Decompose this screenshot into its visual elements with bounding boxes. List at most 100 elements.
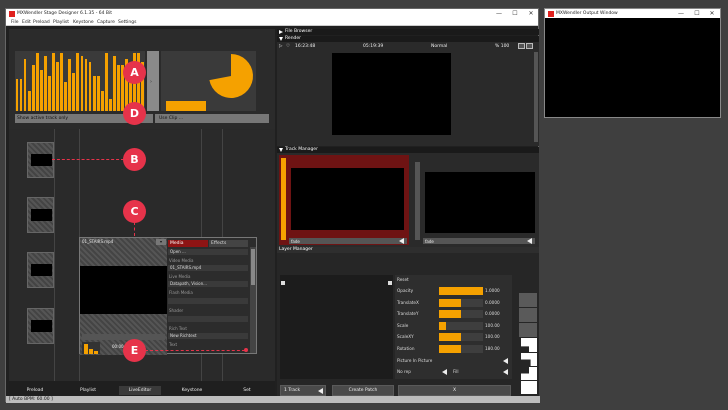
layer-slot-6[interactable] bbox=[521, 367, 537, 380]
meter-bar bbox=[68, 58, 72, 111]
close-icon[interactable]: ✕ bbox=[706, 10, 718, 17]
track-1-fade-arrow-icon[interactable] bbox=[399, 238, 404, 244]
layer-canvas[interactable] bbox=[280, 275, 393, 379]
minimize-icon[interactable]: — bbox=[493, 10, 505, 17]
maximize-icon[interactable]: ☐ bbox=[509, 10, 521, 17]
param-slider[interactable] bbox=[439, 333, 483, 341]
window-title: MXWendler Stage Designer 6.1.35 - 64 Bit bbox=[17, 11, 113, 16]
param-fill bbox=[439, 287, 483, 295]
clip-thumb-2[interactable] bbox=[27, 197, 54, 233]
layer-handle-left[interactable] bbox=[281, 281, 285, 285]
layer-slot-2[interactable] bbox=[519, 308, 537, 322]
menu-capture[interactable]: Capture bbox=[97, 20, 115, 25]
render-time1: 16:23:48 bbox=[295, 44, 316, 49]
rich-text-label: Rich Text bbox=[169, 326, 187, 331]
use-clip-label: Use Clip ... bbox=[159, 116, 184, 121]
track-2-fade-arrow-icon[interactable] bbox=[527, 238, 532, 244]
status-bar: [ Auto BPM: 60.00 ] bbox=[6, 396, 540, 403]
track-1[interactable]: fade bbox=[279, 155, 409, 245]
heart-icon[interactable]: ♡ bbox=[286, 44, 290, 49]
callout-e: E bbox=[123, 339, 146, 362]
meter-bar bbox=[72, 73, 76, 111]
menu-settings[interactable]: Settings bbox=[118, 20, 136, 25]
use-clip-button[interactable]: Use Clip ... bbox=[155, 114, 269, 123]
rich-text-select[interactable]: New Richtext bbox=[168, 333, 248, 339]
clip-thumb-1[interactable] bbox=[27, 142, 54, 178]
fullscreen-icon[interactable] bbox=[518, 43, 525, 49]
meter-slider[interactable]: › bbox=[147, 51, 159, 111]
meter-bar bbox=[113, 55, 116, 111]
minimize-icon[interactable]: — bbox=[675, 10, 687, 17]
menu-playlist[interactable]: Playlist bbox=[53, 20, 69, 25]
one-track-button[interactable]: 1 Track bbox=[280, 385, 326, 396]
meter-bar bbox=[48, 76, 51, 111]
meter-bar bbox=[19, 79, 23, 111]
meter-bar bbox=[64, 82, 68, 111]
clip-toolbar[interactable] bbox=[82, 334, 165, 340]
maximize-icon[interactable]: ☐ bbox=[691, 10, 703, 17]
param-value: 100.00 bbox=[485, 322, 500, 328]
tab-preload[interactable]: Preload bbox=[14, 386, 56, 395]
media-tab[interactable]: Media bbox=[168, 240, 208, 247]
pip-arrow-icon[interactable] bbox=[503, 358, 508, 364]
param-slider[interactable] bbox=[439, 310, 483, 318]
param-slider[interactable] bbox=[439, 287, 483, 295]
layer-slot-1[interactable] bbox=[519, 293, 537, 307]
fill-arrow-icon[interactable] bbox=[503, 369, 508, 375]
param-fill bbox=[439, 344, 461, 353]
menu-file[interactable]: File bbox=[11, 20, 19, 25]
render-scrollbar[interactable] bbox=[534, 52, 538, 142]
menu-bar: File Edit Preload Playlist Keystone Capt… bbox=[6, 18, 538, 26]
live-media-select[interactable]: Datapath, Vision... bbox=[168, 281, 248, 287]
video-media-select[interactable]: 01_STAIRS.mp4 bbox=[168, 265, 248, 271]
flash-media-select[interactable] bbox=[168, 298, 248, 304]
tab-liveeditor[interactable]: LiveEditor bbox=[119, 386, 161, 395]
render-output bbox=[332, 53, 451, 135]
menu-keystone[interactable]: Keystone bbox=[73, 20, 94, 25]
reset-button[interactable]: Reset bbox=[397, 277, 409, 284]
param-value: 100.00 bbox=[485, 334, 500, 339]
param-slider[interactable] bbox=[439, 344, 483, 353]
render-time2: 05:19:39 bbox=[363, 44, 384, 49]
tab-set[interactable]: Set bbox=[226, 386, 268, 395]
track-1-fade[interactable]: fade bbox=[289, 238, 407, 244]
clip-menu-button[interactable]: ▾ bbox=[156, 239, 166, 245]
file-browser-title: File Browser bbox=[285, 29, 313, 34]
param-slider[interactable] bbox=[439, 298, 483, 307]
no-rep-arrow-icon[interactable] bbox=[442, 369, 447, 375]
close-icon[interactable]: ✕ bbox=[525, 10, 537, 17]
output-title-bar: MXWendler Output Window — ☐ ✕ bbox=[545, 9, 720, 18]
layer-slot-3[interactable] bbox=[519, 323, 537, 337]
x-button[interactable]: X bbox=[398, 385, 511, 396]
track-2[interactable]: fade bbox=[413, 155, 537, 245]
meter-bar bbox=[27, 90, 31, 111]
menu-preload[interactable]: Preload bbox=[33, 20, 50, 25]
meter-bar bbox=[80, 55, 84, 111]
param-value: 180.00 bbox=[485, 345, 500, 351]
open-button[interactable]: Open ... bbox=[168, 249, 248, 255]
create-patch-button[interactable]: Create Patch bbox=[332, 385, 394, 396]
layer-slot-5[interactable] bbox=[521, 353, 537, 366]
meter-bar bbox=[117, 64, 120, 111]
pie-slice bbox=[209, 54, 253, 98]
clip-title: 01_STAIRS.mp4 bbox=[82, 239, 114, 244]
layer-slot-4[interactable] bbox=[521, 338, 537, 352]
play-icon[interactable]: ▷ bbox=[279, 44, 282, 49]
menu-edit[interactable]: Edit bbox=[22, 20, 31, 25]
layer-handle-right[interactable] bbox=[388, 281, 392, 285]
tab-keystone[interactable]: Keystone bbox=[171, 386, 213, 395]
shader-select[interactable] bbox=[168, 316, 248, 322]
file-browser-header[interactable]: File Browser bbox=[277, 29, 539, 35]
effects-tab[interactable]: Effects bbox=[209, 240, 248, 247]
param-label: Rotation bbox=[397, 345, 415, 351]
grid-icon[interactable] bbox=[526, 43, 533, 49]
clip-thumb-4[interactable] bbox=[27, 308, 54, 344]
tab-playlist[interactable]: Playlist bbox=[67, 386, 109, 395]
clip-thumb-3[interactable] bbox=[27, 252, 54, 288]
track-2-fade[interactable]: fade bbox=[423, 238, 535, 244]
layer-slot-7[interactable] bbox=[521, 381, 537, 394]
editor-scrollbar[interactable] bbox=[250, 247, 256, 353]
track-2-level[interactable] bbox=[415, 162, 420, 240]
track-1-level[interactable] bbox=[281, 158, 286, 240]
param-slider[interactable] bbox=[439, 321, 483, 330]
